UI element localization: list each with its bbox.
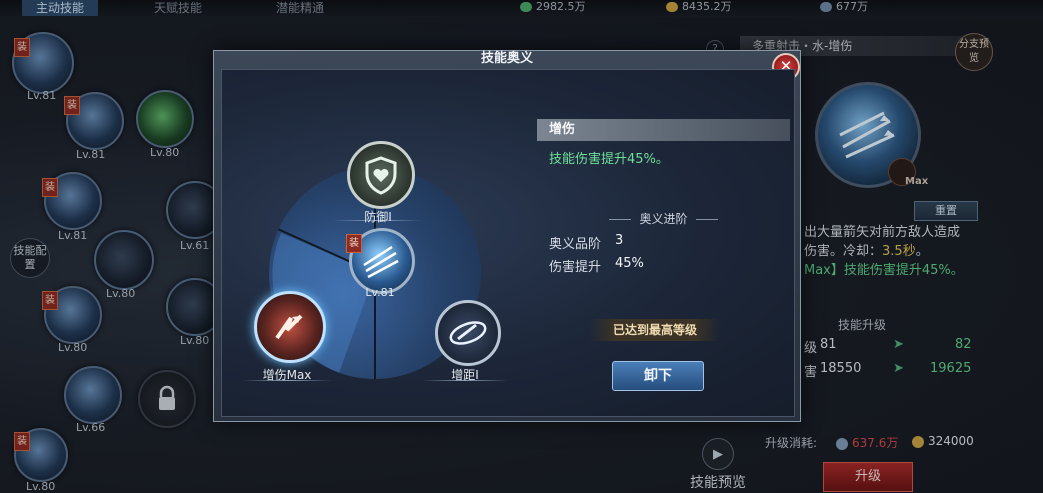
divider	[609, 219, 632, 220]
damage-up-icon	[275, 314, 303, 340]
stat-label: 伤害提升	[549, 260, 602, 275]
shield-icon	[365, 156, 397, 195]
skill-mastery-modal: 技能奥义 ✕ 防御Ⅰ 装 Lv.81 增伤Max 增距Ⅰ 增伤 技能伤害提升45…	[213, 50, 801, 422]
info-section-title: 奥义进阶	[537, 210, 790, 227]
stat-value: 45%	[615, 256, 644, 271]
stat-row: 伤害提升 45%	[549, 256, 644, 275]
info-description: 技能伤害提升45%。	[549, 152, 669, 167]
divider	[695, 219, 718, 220]
defense-node-label: 防御Ⅰ	[364, 210, 392, 224]
stat-value: 3	[615, 233, 624, 248]
equipped-badge: 装	[346, 234, 362, 253]
range-node[interactable]	[435, 300, 501, 366]
section-label: 奥义进阶	[639, 212, 688, 226]
info-heading: 增伤	[537, 119, 790, 141]
modal-title: 技能奥义	[480, 51, 533, 66]
stat-label: 奥义品阶	[549, 237, 602, 252]
damage-node-label: 增伤Max	[262, 368, 312, 382]
mastery-info: 增伤 技能伤害提升45%。 奥义进阶 奥义品阶 3 伤害提升 45%	[537, 119, 790, 349]
damage-node[interactable]	[254, 291, 326, 363]
orbit-icon	[449, 321, 487, 345]
range-node-label: 增距Ⅰ	[451, 368, 479, 382]
unload-button[interactable]: 卸下	[612, 361, 704, 391]
modal-body: 防御Ⅰ 装 Lv.81 增伤Max 增距Ⅰ 增伤 技能伤害提升45%。 奥义进阶…	[221, 69, 795, 417]
defense-node[interactable]	[347, 141, 415, 209]
max-level-banner: 已达到最高等级	[589, 319, 721, 341]
center-node-level: Lv.81	[365, 286, 395, 299]
stat-row: 奥义品阶 3	[549, 233, 623, 252]
